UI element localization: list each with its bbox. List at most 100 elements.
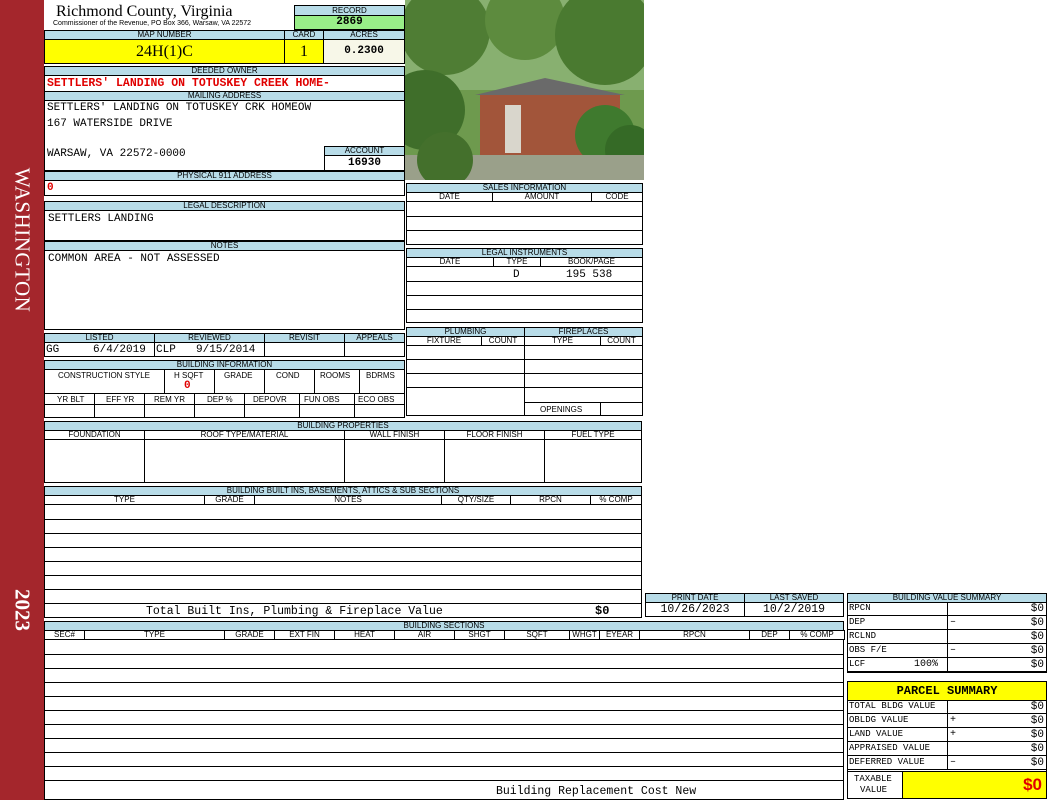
section-row-line [44,780,844,781]
section-header-7: SQFT [504,630,570,640]
listed-by: GG [46,344,60,356]
section-header-11: DEP [749,630,790,640]
bp-floor: FLOOR FINISH [444,430,545,440]
parcel-summary-row: LAND VALUE + $0 [847,728,1047,742]
section-header-2: GRADE [224,630,275,640]
taxable-label-2: VALUE [860,785,888,795]
built-ins-col-line [441,495,442,505]
deeded-owner-value: SETTLERS' LANDING ON TOTUSKEY CREEK HOME… [44,75,405,92]
plumbing-header-count: COUNT [481,336,525,346]
county-subtitle: Commissioner of the Revenue, PO Box 366,… [53,20,252,27]
legal-row-book: 195 538 [566,269,613,281]
bi-hsqft-value: 0 [184,380,191,392]
bi-grade: GRADE [224,371,253,380]
reviewed-date: 9/15/2014 [196,344,256,356]
section-header-9: EYEAR [599,630,640,640]
listed-date: 6/4/2019 [93,344,146,356]
value-summary-op: 100% [914,659,939,670]
fireplaces-header-type: TYPE [524,336,601,346]
parcel-summary-row: TOTAL BLDG VALUE $0 [847,700,1047,714]
bi-funobs: FUN OBS [304,395,340,404]
legal-header-book: BOOK/PAGE [540,257,643,267]
fireplaces-header-count: COUNT [600,336,643,346]
section-row-line [44,654,844,655]
sales-header-date: DATE [406,192,493,202]
section-row-line [44,766,844,767]
bi-effyr: EFF YR [106,395,135,404]
section-row-line [44,724,844,725]
bi-hsqft: H SQFT [174,371,204,380]
section-row-line [44,710,844,711]
fireplaces-openings-label: OPENINGS [540,405,583,414]
parcel-summary-label: DEFERRED VALUE [849,757,925,767]
section-row-line [44,668,844,669]
bi-ecoobs: ECO OBS [358,395,395,404]
taxable-label-1: TAXABLE [854,774,892,784]
value-summary-row: RCLND $0 [847,630,1047,644]
section-header-10: RPCN [639,630,750,640]
section-row-line [44,682,844,683]
value-summary-value: $0 [1030,603,1044,615]
built-ins-col-line [510,495,511,505]
account-value: 16930 [324,155,405,171]
sales-header-code: CODE [591,192,643,202]
taxable-value-amount: $0 [1023,775,1042,794]
side-banner-name: WASHINGTON [10,167,35,313]
value-summary-label: RCLND [849,631,877,641]
value-summary-label: LCF [849,659,866,669]
parcel-summary-divider [947,700,948,714]
card-value: 1 [284,39,324,64]
section-header-12: % COMP [789,630,845,640]
section-header-0: SEC# [44,630,85,640]
built-ins-col-line [204,495,205,505]
section-row-line [44,738,844,739]
fireplaces-table [524,336,643,416]
section-row-line [44,696,844,697]
section-header-8: WHGT [569,630,600,640]
bi-construction-style: CONSTRUCTION STYLE [58,371,151,380]
plumbing-header-fixture: FIXTURE [406,336,482,346]
bi-yrblt: YR BLT [57,395,85,404]
value-summary-label: RPCN [849,603,871,613]
value-summary-row: LCF 100% $0 [847,658,1047,672]
built-ins-row-line [44,533,642,534]
reviewed-by: CLP [156,344,176,356]
parcel-summary-divider [947,714,948,728]
bi-header-type: TYPE [44,495,205,505]
county-title: Richmond County, Virginia [56,3,233,20]
built-ins-col-line [590,495,591,505]
bi-header-grade: GRADE [204,495,255,505]
notes-value: COMMON AREA - NOT ASSESSED [44,250,405,330]
value-summary-row: OBS F/E – $0 [847,644,1047,658]
parcel-summary-title: PARCEL SUMMARY [847,681,1047,701]
value-summary-divider [947,602,948,616]
bi-bdrms: BDRMS [366,371,395,380]
value-summary-value: $0 [1030,617,1044,629]
parcel-summary-value: $0 [1030,757,1044,769]
value-summary-value: $0 [1030,631,1044,643]
bi-header-comp: % COMP [590,495,642,505]
bi-header-rpcn: RPCN [510,495,591,505]
value-summary-divider [947,644,948,658]
section-header-4: HEAT [334,630,395,640]
taxable-value: $0 [902,771,1047,799]
side-banner-year: 2023 [10,589,35,631]
last-saved-value: 10/2/2019 [744,602,844,617]
built-ins-row-line [44,547,642,548]
building-sections-footer: Building Replacement Cost New [496,785,697,798]
legal-description-value: SETTLERS LANDING [44,210,405,241]
acres-value: 0.2300 [323,39,405,64]
built-ins-table [44,495,642,604]
parcel-summary-value: $0 [1030,701,1044,713]
bp-fuel: FUEL TYPE [544,430,642,440]
sales-header-amount: AMOUNT [492,192,592,202]
section-header-1: TYPE [84,630,225,640]
built-ins-total-value: $0 [595,604,610,618]
bi-rooms: ROOMS [320,371,351,380]
built-ins-col-line [254,495,255,505]
legal-header-type: TYPE [493,257,541,267]
plumbing-table [406,336,525,416]
parcel-summary-label: TOTAL BLDG VALUE [849,701,936,711]
section-header-6: SHGT [454,630,505,640]
value-summary-row: RPCN $0 [847,602,1047,616]
